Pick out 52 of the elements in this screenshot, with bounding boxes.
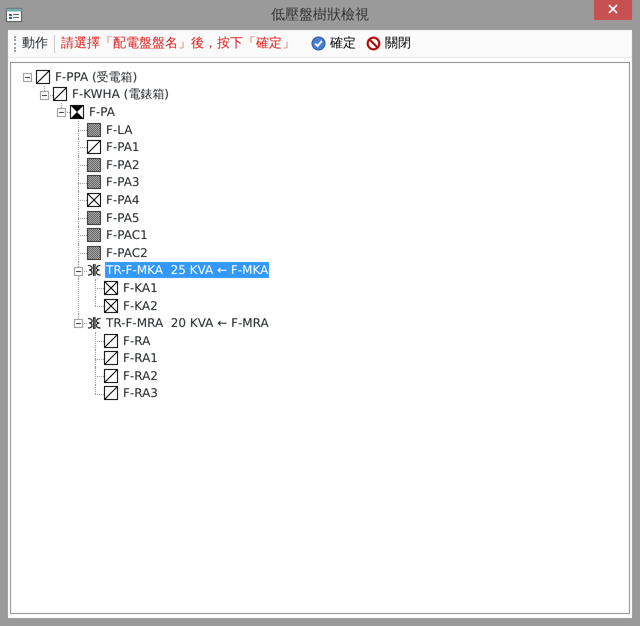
tree-item[interactable]: F-PA	[88, 104, 116, 120]
tree-item[interactable]: F-PA2	[105, 156, 141, 173]
tree-item[interactable]: F-PA3	[105, 174, 141, 190]
hatched-box-icon	[87, 228, 101, 242]
tree-item[interactable]: F-PAC2	[105, 244, 149, 261]
hatched-box-icon	[87, 175, 101, 190]
slash-box-icon	[104, 351, 118, 366]
app-icon	[6, 8, 22, 22]
slash-box-icon	[87, 140, 101, 154]
cross-box-icon	[87, 192, 101, 207]
toolbar-label: 動作	[22, 34, 48, 53]
close-button[interactable]: 關閉	[364, 34, 413, 54]
collapse-toggle[interactable]	[74, 319, 83, 328]
close-button[interactable]	[594, 0, 632, 20]
collapse-toggle[interactable]	[40, 90, 49, 100]
collapse-toggle[interactable]	[74, 266, 83, 276]
check-circle-icon	[311, 36, 326, 51]
tree-item[interactable]: F-LA	[105, 122, 134, 138]
confirm-button[interactable]: 確定	[309, 34, 358, 54]
tree-item[interactable]: F-PAC1	[105, 227, 149, 244]
hatched-box-icon	[87, 210, 101, 225]
tree-item[interactable]: F-PPA (受電箱)	[54, 68, 138, 85]
slash-box-icon	[104, 368, 118, 383]
slash-box-icon	[53, 87, 67, 102]
slash-box-icon	[36, 70, 50, 84]
hatched-box-icon	[87, 158, 101, 172]
no-entry-icon	[366, 36, 381, 51]
tree-item[interactable]: TR-F-MRA 20 KVA ← F-MRA	[105, 315, 270, 332]
tree-item[interactable]: F-PA4	[105, 192, 141, 208]
hatched-box-icon	[87, 122, 101, 137]
tree-item[interactable]: F-KA2	[122, 298, 159, 314]
tree-item[interactable]: F-RA	[122, 332, 152, 349]
tree-item[interactable]: F-PA1	[105, 139, 141, 156]
slash-box-icon	[104, 334, 118, 348]
tree-item[interactable]: F-RA2	[122, 368, 159, 384]
close-icon	[608, 4, 618, 14]
tree-item[interactable]: F-RA3	[122, 385, 159, 402]
hatched-box-icon	[87, 246, 101, 260]
cross-box-icon	[104, 280, 118, 295]
slash-box-icon	[104, 386, 118, 400]
tree-item[interactable]: F-RA1	[122, 350, 159, 366]
hourglass-box-icon	[70, 104, 84, 119]
tree-item[interactable]: F-KWHA (電錶箱)	[71, 86, 170, 102]
instruction-text: 請選擇「配電盤盤名」後，按下「確定」	[61, 34, 295, 53]
cross-box-icon	[104, 298, 118, 313]
collapse-toggle[interactable]	[23, 73, 32, 82]
transformer-icon	[87, 263, 101, 278]
transformer-icon	[87, 316, 101, 330]
collapse-toggle[interactable]	[57, 108, 66, 118]
tree-item[interactable]: F-KA1	[122, 280, 159, 296]
window-title: 低壓盤樹狀檢視	[270, 6, 370, 24]
tree-item[interactable]: F-PA5	[105, 210, 141, 226]
